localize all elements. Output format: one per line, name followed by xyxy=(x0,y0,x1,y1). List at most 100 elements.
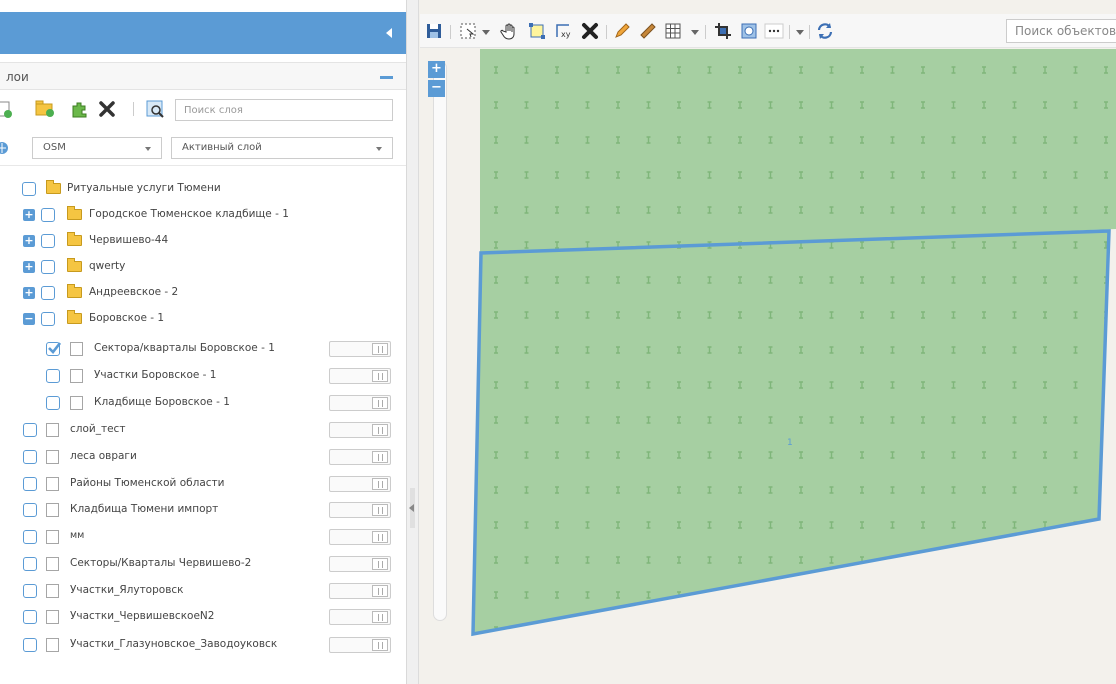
layer-checkbox[interactable] xyxy=(41,208,55,222)
collapse-panel-icon[interactable] xyxy=(386,28,392,38)
slider-handle[interactable] xyxy=(372,370,388,382)
opacity-slider[interactable] xyxy=(329,529,391,545)
tree-item[interactable]: Ритуальные услуги Тюмени xyxy=(0,177,406,201)
zoom-in-button[interactable]: + xyxy=(428,61,445,78)
opacity-slider[interactable] xyxy=(329,637,391,653)
layer-checkbox[interactable] xyxy=(41,260,55,274)
edit-vertices-icon[interactable] xyxy=(527,21,547,41)
slider-handle[interactable] xyxy=(372,424,388,436)
tree-item[interactable]: − Боровское - 1 xyxy=(0,307,406,331)
chevron-left-icon[interactable] xyxy=(409,504,414,512)
tree-item[interactable]: + Городское Тюменское кладбище - 1 xyxy=(0,203,406,227)
tree-item[interactable]: Участки Боровское - 1 xyxy=(0,364,406,388)
select-area-icon[interactable] xyxy=(458,21,478,41)
ruler-icon[interactable] xyxy=(638,21,658,41)
expand-icon[interactable]: + xyxy=(23,287,35,299)
slider-handle[interactable] xyxy=(372,585,388,597)
tree-item[interactable]: слой_тест xyxy=(0,418,406,442)
slider-handle[interactable] xyxy=(372,397,388,409)
active-layer-select[interactable]: Активный слой xyxy=(171,137,393,159)
opacity-slider[interactable] xyxy=(329,395,391,411)
layer-checkbox[interactable] xyxy=(23,503,37,517)
layer-checkbox[interactable] xyxy=(23,477,37,491)
slider-handle[interactable] xyxy=(372,558,388,570)
layer-properties-icon[interactable] xyxy=(144,98,166,120)
pan-hand-icon[interactable] xyxy=(500,21,520,41)
tree-item[interactable]: мм xyxy=(0,525,406,549)
tree-item[interactable]: Участки_ЧервишевскоеN2 xyxy=(0,605,406,629)
opacity-slider[interactable] xyxy=(329,609,391,625)
tree-item[interactable]: + Андреевское - 2 xyxy=(0,281,406,305)
tree-item[interactable]: Кладбища Тюмени импорт xyxy=(0,498,406,522)
layer-checkbox[interactable] xyxy=(22,182,36,196)
tree-item[interactable]: Секторы/Кварталы Червишево-2 xyxy=(0,552,406,576)
opacity-slider[interactable] xyxy=(329,556,391,572)
collapse-icon[interactable]: − xyxy=(23,313,35,325)
chevron-down-icon[interactable] xyxy=(691,30,699,35)
chevron-down-icon[interactable] xyxy=(482,30,490,35)
tree-item[interactable]: леса овраги xyxy=(0,445,406,469)
opacity-slider[interactable] xyxy=(329,583,391,599)
chevron-down-icon[interactable] xyxy=(796,30,804,35)
refresh-icon[interactable] xyxy=(815,21,835,41)
tree-item[interactable]: Кладбище Боровское - 1 xyxy=(0,391,406,415)
layer-search-input[interactable] xyxy=(175,99,393,121)
expand-icon[interactable]: + xyxy=(23,261,35,273)
layer-checkbox[interactable] xyxy=(23,557,37,571)
layer-checkbox[interactable] xyxy=(41,312,55,326)
pencil-icon[interactable] xyxy=(612,21,632,41)
tree-item[interactable]: + Червишево-44 xyxy=(0,229,406,253)
layer-checkbox[interactable] xyxy=(23,423,37,437)
slider-handle[interactable] xyxy=(372,478,388,490)
expand-icon[interactable]: + xyxy=(23,209,35,221)
tree-item[interactable]: Сектора/кварталы Боровское - 1 xyxy=(0,337,406,361)
add-folder-icon[interactable] xyxy=(34,98,56,120)
coordinates-icon[interactable]: xy xyxy=(553,21,573,41)
map-canvas[interactable]: 1 xyxy=(420,49,1116,684)
save-icon[interactable] xyxy=(424,21,444,41)
slider-handle[interactable] xyxy=(372,343,388,355)
layer-info-icon[interactable] xyxy=(739,21,759,41)
slider-handle[interactable] xyxy=(372,531,388,543)
slider-handle[interactable] xyxy=(372,611,388,623)
layer-style-swatch xyxy=(46,530,59,544)
delete-icon[interactable] xyxy=(96,98,118,120)
panel-splitter[interactable] xyxy=(407,0,419,684)
delete-feature-icon[interactable] xyxy=(580,21,600,41)
opacity-slider[interactable] xyxy=(329,476,391,492)
layer-checkbox[interactable] xyxy=(23,610,37,624)
opacity-slider[interactable] xyxy=(329,341,391,357)
opacity-slider[interactable] xyxy=(329,502,391,518)
zoom-slider[interactable] xyxy=(433,61,447,621)
layer-checkbox[interactable] xyxy=(41,286,55,300)
layer-checkbox[interactable] xyxy=(41,234,55,248)
slider-handle[interactable] xyxy=(372,639,388,651)
slider-handle[interactable] xyxy=(372,451,388,463)
add-layer-icon[interactable] xyxy=(0,98,14,120)
opacity-slider[interactable] xyxy=(329,449,391,465)
layer-checkbox[interactable] xyxy=(23,584,37,598)
plugin-icon[interactable] xyxy=(68,98,90,120)
opacity-slider[interactable] xyxy=(329,422,391,438)
zoom-out-button[interactable]: − xyxy=(428,80,445,97)
slider-handle[interactable] xyxy=(372,504,388,516)
table-icon[interactable] xyxy=(663,21,683,41)
more-icon[interactable] xyxy=(764,21,784,41)
map-view[interactable]: 1 + − xyxy=(420,49,1116,684)
basemap-select[interactable]: OSM xyxy=(32,137,162,159)
layer-checkbox[interactable] xyxy=(46,396,60,410)
tree-item[interactable]: Районы Тюменской области xyxy=(0,472,406,496)
tree-item[interactable]: Участки_Глазуновское_Заводоуковск xyxy=(0,633,406,657)
layer-checkbox[interactable] xyxy=(23,638,37,652)
minimize-icon[interactable] xyxy=(380,76,393,79)
layer-checkbox-checked[interactable] xyxy=(46,342,61,356)
layer-checkbox[interactable] xyxy=(23,450,37,464)
layer-checkbox[interactable] xyxy=(23,530,37,544)
tree-item[interactable]: Участки_Ялуторовск xyxy=(0,579,406,603)
layer-checkbox[interactable] xyxy=(46,369,60,383)
object-search-input[interactable] xyxy=(1006,19,1116,43)
opacity-slider[interactable] xyxy=(329,368,391,384)
crop-icon[interactable] xyxy=(713,21,733,41)
expand-icon[interactable]: + xyxy=(23,235,35,247)
tree-item[interactable]: + qwerty xyxy=(0,255,406,279)
